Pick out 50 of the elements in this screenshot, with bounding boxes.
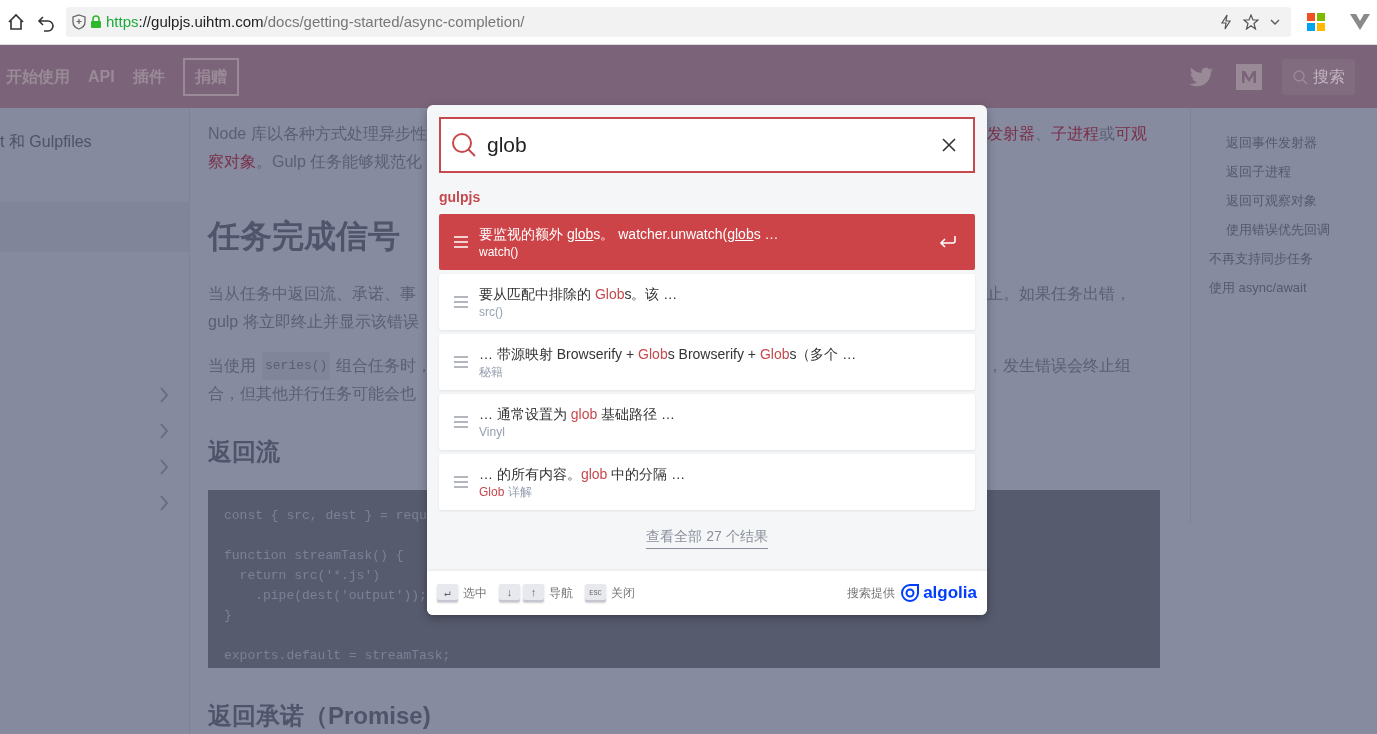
lock-icon	[90, 15, 102, 29]
search-result[interactable]: … 带源映射 Browserify + Globs Browserify + Globs（多个 … 秘籍	[439, 334, 975, 390]
close-icon[interactable]	[941, 137, 957, 153]
search-result[interactable]: … 的所有内容。glob 中的分隔 … Glob 详解	[439, 454, 975, 510]
see-all-link[interactable]: 查看全部 27 个结果	[646, 526, 768, 549]
result-subtitle: 秘籍	[479, 363, 504, 380]
code-line: }	[224, 607, 232, 625]
result-subtitle: Glob 详解	[479, 483, 533, 500]
search-icon	[1292, 68, 1308, 85]
shortcut-label: 选中	[463, 585, 487, 602]
shield-icon	[72, 14, 86, 30]
result-title: … 通常设置为 glob 基础路径 …	[479, 404, 677, 424]
lines-icon	[453, 475, 469, 489]
sidebar-item[interactable]: t 和 Gulpfiles	[0, 108, 189, 202]
search-input[interactable]: glob	[487, 129, 931, 161]
search-field[interactable]: glob	[439, 117, 975, 173]
paragraph-text: 发射器、子进程或可观	[987, 124, 1148, 144]
search-result[interactable]: … 通常设置为 glob 基础路径 … Vinyl	[439, 394, 975, 450]
shortcut-label: 导航	[549, 585, 573, 602]
lines-icon	[453, 295, 469, 309]
lines-icon	[453, 235, 469, 249]
lines-icon	[453, 415, 469, 429]
source-heading: gulpjs	[439, 188, 482, 207]
key-cap: ↵	[437, 584, 458, 602]
result-title: 要监视的额外 globs。 watcher.unwatch(globs …	[479, 224, 780, 244]
star-icon[interactable]	[1243, 14, 1259, 30]
search-result[interactable]: 要监视的额外 globs。 watcher.unwatch(globs … watch()	[439, 214, 975, 270]
search-button[interactable]: 搜索	[1282, 58, 1355, 95]
result-title: … 的所有内容。glob 中的分隔 …	[479, 464, 687, 484]
home-icon[interactable]	[6, 12, 26, 32]
search-icon	[451, 132, 477, 158]
shortcut-label: 关闭	[611, 585, 635, 602]
lines-icon	[453, 355, 469, 369]
search-result[interactable]: 要从匹配中排除的 Globs。该 … src()	[439, 274, 975, 330]
result-subtitle: src()	[479, 303, 504, 320]
enter-icon	[939, 235, 957, 249]
result-title: 要从匹配中排除的 Globs。该 …	[479, 284, 679, 304]
result-subtitle: watch()	[479, 243, 520, 260]
grid-logo-icon[interactable]	[1307, 13, 1325, 31]
result-subtitle: Vinyl	[479, 423, 506, 440]
at-sign-icon	[901, 584, 920, 602]
brand-name: algolia	[923, 582, 977, 605]
v-logo-icon[interactable]	[1349, 13, 1371, 31]
result-title: … 带源映射 Browserify + Globs Browserify + Globs（多个 …	[479, 344, 858, 364]
address-bar[interactable]: https://gulpjs.uihtm.com/docs/getting-started/async-completion/	[66, 7, 1291, 37]
lightning-icon[interactable]	[1219, 14, 1233, 30]
powered-by-text: 搜索提供	[847, 585, 896, 602]
key-cap: ↓	[499, 584, 520, 602]
url-text: https://gulpjs.uihtm.com/docs/getting-started/async-completion/	[106, 11, 525, 32]
key-cap: ↑	[523, 584, 544, 602]
